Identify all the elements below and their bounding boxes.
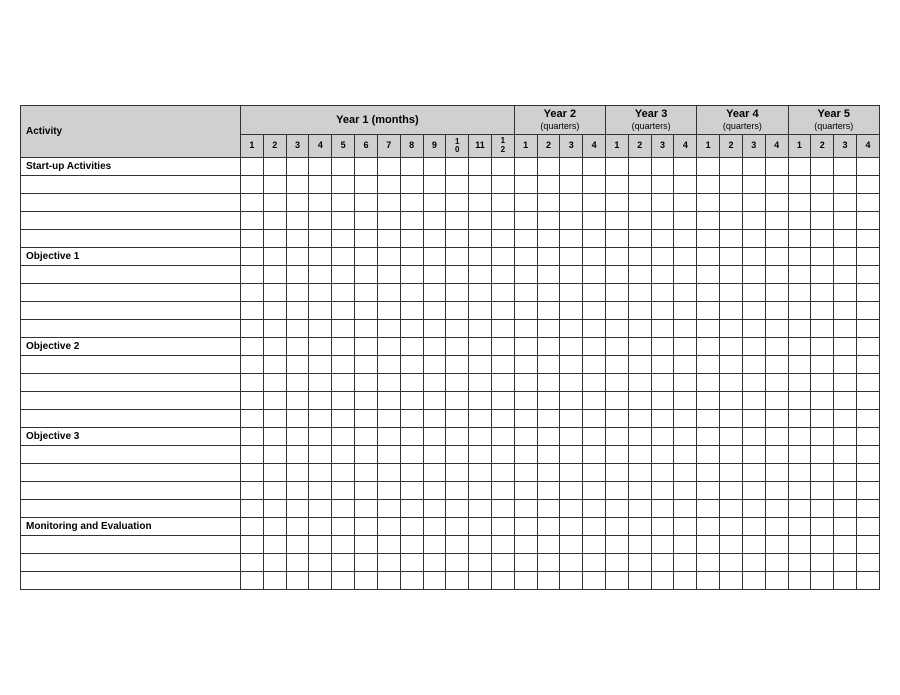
y5q2: 2	[811, 135, 834, 158]
month-9: 9	[423, 135, 446, 158]
obj3-label: Objective 3	[21, 427, 241, 445]
y2q1: 1	[514, 135, 537, 158]
month-3: 3	[286, 135, 309, 158]
gantt-table: Activity Year 1 (months) Year 2 (quarter…	[20, 105, 880, 590]
table-row	[21, 283, 880, 301]
month-6: 6	[355, 135, 378, 158]
table-row	[21, 499, 880, 517]
table-row	[21, 175, 880, 193]
year3-header: Year 3 (quarters)	[606, 106, 697, 135]
y4q1: 1	[697, 135, 720, 158]
table-row	[21, 211, 880, 229]
page-container: Activity Year 1 (months) Year 2 (quarter…	[20, 105, 880, 590]
y3q2: 2	[628, 135, 651, 158]
table-row	[21, 229, 880, 247]
y5q4: 4	[856, 135, 879, 158]
year2-header: Year 2 (quarters)	[514, 106, 605, 135]
y4q3: 3	[742, 135, 765, 158]
y2q3: 3	[560, 135, 583, 158]
table-row	[21, 265, 880, 283]
section-monitoring: Monitoring and Evaluation	[21, 517, 880, 535]
table-row	[21, 535, 880, 553]
table-row	[21, 463, 880, 481]
y3q1: 1	[606, 135, 629, 158]
y3q3: 3	[651, 135, 674, 158]
startup-label: Start-up Activities	[21, 157, 241, 175]
table-row	[21, 301, 880, 319]
month-10: 10	[446, 135, 469, 158]
y2q4: 4	[583, 135, 606, 158]
table-row	[21, 445, 880, 463]
year1-header: Year 1 (months)	[241, 106, 515, 135]
section-obj2: Objective 2	[21, 337, 880, 355]
year5-header: Year 5 (quarters)	[788, 106, 880, 135]
y5q1: 1	[788, 135, 811, 158]
year4-header: Year 4 (quarters)	[697, 106, 788, 135]
table-row	[21, 481, 880, 499]
y5q3: 3	[834, 135, 857, 158]
section-obj3: Objective 3	[21, 427, 880, 445]
month-2: 2	[263, 135, 286, 158]
month-4: 4	[309, 135, 332, 158]
y2q2: 2	[537, 135, 560, 158]
table-row	[21, 193, 880, 211]
y4q4: 4	[765, 135, 788, 158]
month-11: 11	[469, 135, 492, 158]
y4q2: 2	[720, 135, 743, 158]
table-row	[21, 373, 880, 391]
table-row	[21, 355, 880, 373]
section-startup: Start-up Activities	[21, 157, 880, 175]
month-8: 8	[400, 135, 423, 158]
obj2-label: Objective 2	[21, 337, 241, 355]
month-12: 12	[491, 135, 514, 158]
month-1: 1	[241, 135, 264, 158]
table-row	[21, 391, 880, 409]
obj1-label: Objective 1	[21, 247, 241, 265]
table-row	[21, 553, 880, 571]
monitoring-label: Monitoring and Evaluation	[21, 517, 241, 535]
activity-header: Activity	[21, 106, 241, 158]
table-row	[21, 409, 880, 427]
table-row	[21, 571, 880, 589]
month-7: 7	[377, 135, 400, 158]
month-5: 5	[332, 135, 355, 158]
section-obj1: Objective 1	[21, 247, 880, 265]
y3q4: 4	[674, 135, 697, 158]
table-row	[21, 319, 880, 337]
